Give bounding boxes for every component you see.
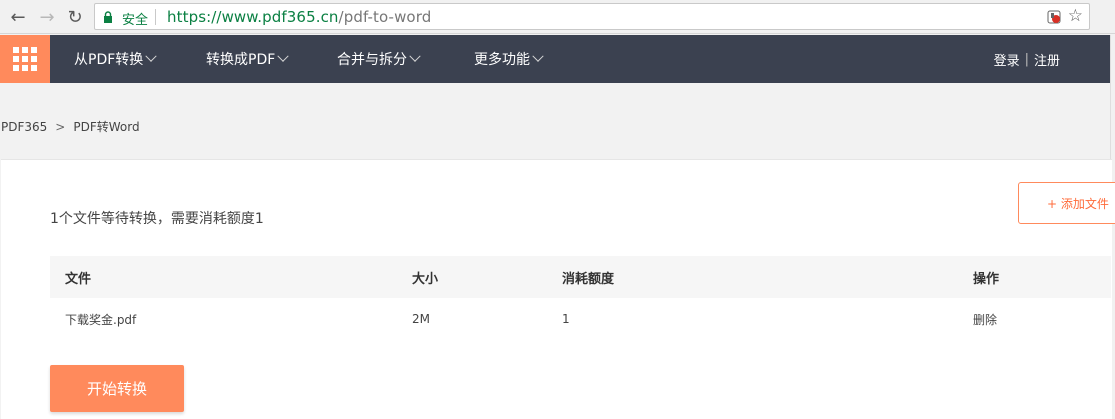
header-quota: 消耗额度 [562,271,615,287]
breadcrumb-current: PDF转Word [73,120,140,134]
login-link[interactable]: 登录 [994,50,1020,69]
extension-icon[interactable] [1047,10,1061,24]
breadcrumb-home[interactable]: PDF365 [1,120,47,134]
url-text[interactable]: https://www.pdf365.cn/pdf-to-word [167,8,431,26]
url-divider [155,9,156,25]
menu-label: 合并与拆分 [337,52,407,68]
header-file: 文件 [65,271,92,287]
delete-link[interactable]: 删除 [973,298,997,340]
lock-icon [104,11,112,23]
forward-arrow-icon[interactable]: → [35,5,59,29]
chevron-down-icon [277,50,289,62]
breadcrumb: PDF365 > PDF转Word [1,118,140,135]
chevron-down-icon [409,50,421,62]
secure-label: 安全 [122,13,149,28]
browser-toolbar: ← → ↻ 安全 https://www.pdf365.cn/pdf-to-wo… [0,0,1115,34]
menu-more[interactable]: 更多功能 [474,35,544,83]
chevron-down-icon [532,50,544,62]
menu-to-pdf[interactable]: 转换成PDF [206,35,289,83]
auth-links: 登录 | 注册 [994,35,1060,83]
table-header: 文件 大小 消耗额度 操作 [50,256,1111,298]
menu-label: 更多功能 [474,52,530,68]
menu-label: 转换成PDF [206,52,276,68]
bookmark-star-icon[interactable]: ☆ [1068,6,1083,26]
header-size: 大小 [412,271,439,287]
url-host: https://www.pdf365.cn [167,8,339,26]
chevron-down-icon [145,50,157,62]
site-navbar: 从PDF转换 转换成PDF 合并与拆分 更多功能 登录 | 注册 [0,35,1110,83]
conversion-panel: 1个文件等待转换，需要消耗额度1 + 添加文件 文件 大小 消耗额度 操作 下载… [1,159,1115,419]
grid-icon [13,47,37,71]
file-name: 下载奖金.pdf [65,312,137,327]
menu-merge-split[interactable]: 合并与拆分 [337,35,421,83]
reload-icon[interactable]: ↻ [63,5,87,29]
breadcrumb-separator: > [55,119,66,134]
address-bar[interactable]: 安全 https://www.pdf365.cn/pdf-to-word ☆ [94,3,1090,30]
menu-from-pdf[interactable]: 从PDF转换 [74,35,157,83]
apps-menu-button[interactable] [0,35,50,83]
back-arrow-icon[interactable]: ← [6,5,30,29]
file-size: 2M [412,312,430,326]
add-file-button[interactable]: + 添加文件 [1018,182,1115,224]
menu-label: 从PDF转换 [74,52,144,68]
auth-divider: | [1024,51,1029,67]
header-action: 操作 [973,271,1000,287]
queue-summary: 1个文件等待转换，需要消耗额度1 [50,211,264,227]
file-quota: 1 [562,312,570,326]
start-conversion-button[interactable]: 开始转换 [50,365,184,412]
url-path: /pdf-to-word [338,8,432,26]
table-row: 下载奖金.pdf 2M 1 删除 [50,298,1111,340]
file-table: 文件 大小 消耗额度 操作 下载奖金.pdf 2M 1 删除 [50,256,1111,340]
register-link[interactable]: 注册 [1034,50,1060,69]
